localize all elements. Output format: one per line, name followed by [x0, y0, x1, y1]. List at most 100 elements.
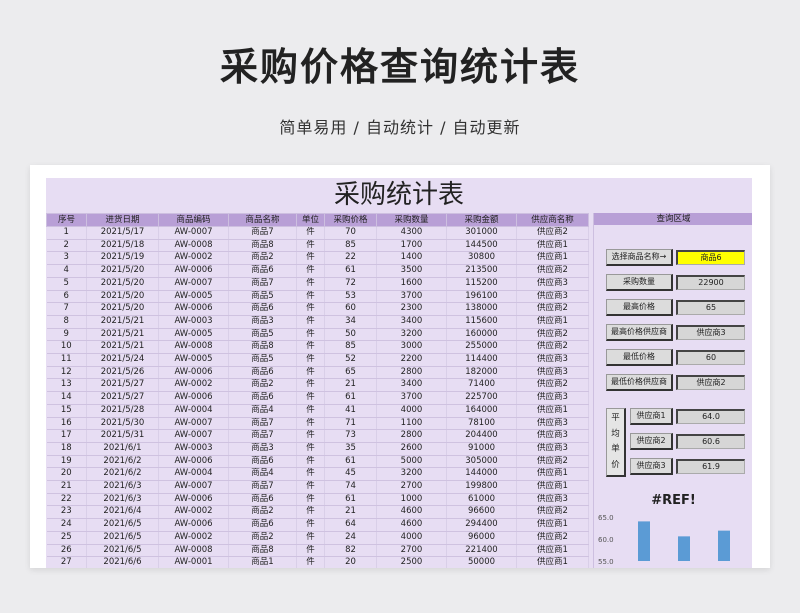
table-cell[interactable]: 305000: [446, 455, 517, 469]
bar[interactable]: [718, 530, 730, 561]
table-row[interactable]: 2 2021/5/18 AW-0008 商品8 件 85 1700 144500 供应商1: [46, 239, 589, 253]
table-cell[interactable]: 24: [324, 531, 377, 545]
table-row[interactable]: 22 2021/6/3 AW-0006 商品6 件 61 1000 61000 供应商3: [46, 493, 589, 507]
table-cell[interactable]: 4000: [376, 404, 447, 418]
table-row[interactable]: 15 2021/5/28 AW-0004 商品4 件 41 4000 164000 供应商1: [46, 404, 589, 418]
table-cell[interactable]: 2: [46, 239, 87, 253]
table-cell[interactable]: 1400: [376, 251, 447, 266]
table-cell[interactable]: 164000: [446, 404, 517, 418]
table-cell[interactable]: 件: [296, 353, 325, 367]
max-price-label[interactable]: 最高价格: [606, 299, 673, 316]
column-header[interactable]: 供应商名称: [516, 213, 589, 227]
table-cell[interactable]: 199800: [446, 480, 517, 494]
table-cell[interactable]: 35: [324, 442, 377, 456]
table-cell[interactable]: 7: [46, 302, 87, 316]
table-cell[interactable]: 商品6: [228, 518, 297, 532]
table-cell[interactable]: 21: [46, 480, 87, 494]
table-cell[interactable]: 件: [296, 315, 325, 329]
table-cell[interactable]: AW-0002: [158, 505, 229, 520]
table-cell[interactable]: AW-0006: [158, 391, 229, 405]
table-cell[interactable]: 13: [46, 378, 87, 393]
table-cell[interactable]: 商品5: [228, 328, 297, 342]
table-cell[interactable]: AW-0001: [158, 556, 229, 568]
table-cell[interactable]: 件: [296, 239, 325, 253]
table-cell[interactable]: 30800: [446, 251, 517, 266]
table-cell[interactable]: 19: [46, 455, 87, 469]
table-cell[interactable]: 2200: [376, 353, 447, 367]
table-cell[interactable]: AW-0007: [158, 429, 229, 443]
table-cell[interactable]: 2021/6/5: [86, 531, 159, 545]
table-cell[interactable]: AW-0007: [158, 277, 229, 291]
table-cell[interactable]: 9: [46, 328, 87, 342]
table-cell[interactable]: 2021/5/30: [86, 417, 159, 431]
table-cell[interactable]: 22: [324, 251, 377, 266]
table-cell[interactable]: 2021/5/26: [86, 366, 159, 380]
table-cell[interactable]: 2021/6/6: [86, 556, 159, 568]
table-cell[interactable]: 件: [296, 264, 325, 278]
table-row[interactable]: 5 2021/5/20 AW-0007 商品7 件 72 1600 115200 供应商3: [46, 277, 589, 291]
table-cell[interactable]: 3700: [376, 391, 447, 405]
table-row[interactable]: 25 2021/6/5 AW-0002 商品2 件 24 4000 96000 供应商2: [46, 531, 589, 545]
table-cell[interactable]: 商品7: [228, 226, 297, 240]
table-cell[interactable]: 供应商2: [516, 264, 589, 278]
table-cell[interactable]: 221400: [446, 544, 517, 558]
table-cell[interactable]: 213500: [446, 264, 517, 278]
table-cell[interactable]: 82: [324, 544, 377, 558]
table-cell[interactable]: 61: [324, 493, 377, 507]
table-cell[interactable]: 294400: [446, 518, 517, 532]
table-cell[interactable]: 78100: [446, 417, 517, 431]
table-cell[interactable]: 60: [324, 302, 377, 316]
table-cell[interactable]: 商品7: [228, 480, 297, 494]
table-cell[interactable]: 4: [46, 264, 87, 278]
table-cell[interactable]: AW-0008: [158, 239, 229, 253]
table-cell[interactable]: 23: [46, 505, 87, 520]
table-cell[interactable]: 供应商2: [516, 302, 589, 316]
column-header[interactable]: 单位: [296, 213, 325, 227]
table-cell[interactable]: AW-0006: [158, 518, 229, 532]
table-cell[interactable]: 2021/6/5: [86, 544, 159, 558]
table-cell[interactable]: 61000: [446, 493, 517, 507]
table-row[interactable]: 14 2021/5/27 AW-0006 商品6 件 61 3700 225700 供应商3: [46, 391, 589, 405]
table-cell[interactable]: 商品6: [228, 302, 297, 316]
table-cell[interactable]: 商品2: [228, 251, 297, 266]
column-header[interactable]: 进货日期: [86, 213, 159, 227]
table-row[interactable]: 16 2021/5/30 AW-0007 商品7 件 71 1100 78100 供应商3: [46, 417, 589, 431]
table-cell[interactable]: 14: [46, 391, 87, 405]
average-price-label[interactable]: 平 均 单 价: [606, 408, 626, 477]
table-cell[interactable]: 204400: [446, 429, 517, 443]
table-cell[interactable]: AW-0002: [158, 251, 229, 266]
table-row[interactable]: 20 2021/6/2 AW-0004 商品4 件 45 3200 144000 供应商1: [46, 467, 589, 482]
table-cell[interactable]: 2021/5/20: [86, 302, 159, 316]
table-cell[interactable]: 4300: [376, 226, 447, 240]
table-cell[interactable]: AW-0004: [158, 404, 229, 418]
table-cell[interactable]: 255000: [446, 340, 517, 355]
table-cell[interactable]: 24: [46, 518, 87, 532]
column-header[interactable]: 采购价格: [324, 213, 377, 227]
table-cell[interactable]: 34: [324, 315, 377, 329]
table-cell[interactable]: 商品6: [228, 455, 297, 469]
max-price-supplier-label[interactable]: 最高价格供应商: [606, 324, 673, 341]
table-cell[interactable]: 2021/5/19: [86, 251, 159, 266]
table-cell[interactable]: 商品4: [228, 404, 297, 418]
table-cell[interactable]: 商品8: [228, 544, 297, 558]
table-cell[interactable]: 85: [324, 239, 377, 253]
table-cell[interactable]: 供应商3: [516, 429, 589, 443]
table-cell[interactable]: 商品3: [228, 315, 297, 329]
table-cell[interactable]: 2021/5/21: [86, 340, 159, 355]
table-cell[interactable]: 供应商3: [516, 290, 589, 304]
table-cell[interactable]: 件: [296, 429, 325, 443]
table-cell[interactable]: 供应商2: [516, 531, 589, 545]
table-cell[interactable]: 2021/6/2: [86, 467, 159, 482]
table-cell[interactable]: 商品6: [228, 391, 297, 405]
table-cell[interactable]: 商品3: [228, 442, 297, 456]
table-cell[interactable]: 件: [296, 417, 325, 431]
table-cell[interactable]: 供应商1: [516, 239, 589, 253]
table-cell[interactable]: 6: [46, 290, 87, 304]
table-cell[interactable]: 商品7: [228, 429, 297, 443]
table-cell[interactable]: 65: [324, 366, 377, 380]
table-cell[interactable]: 301000: [446, 226, 517, 240]
table-cell[interactable]: 件: [296, 340, 325, 355]
table-cell[interactable]: 3400: [376, 315, 447, 329]
table-cell[interactable]: 3200: [376, 328, 447, 342]
table-cell[interactable]: 2021/5/21: [86, 328, 159, 342]
